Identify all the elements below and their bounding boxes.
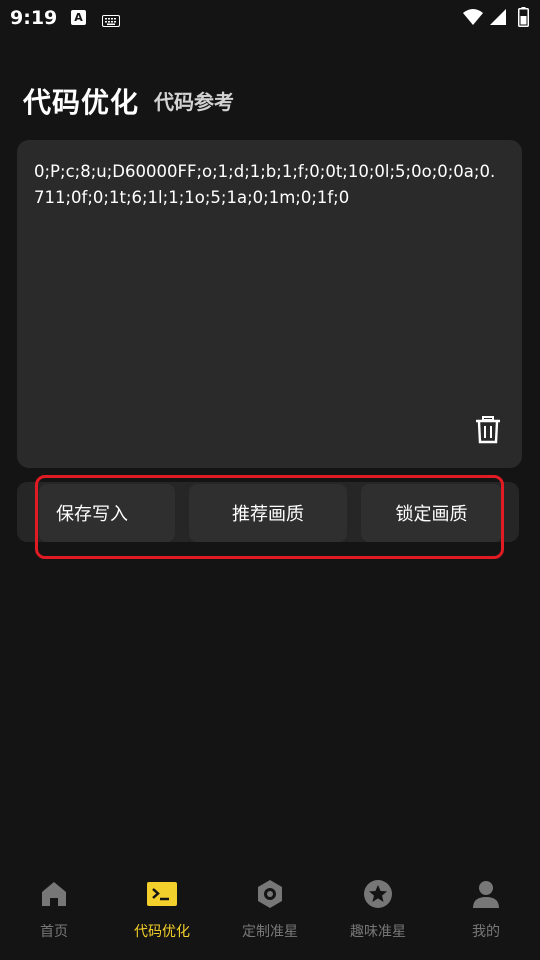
nav-item-home[interactable]: 首页 xyxy=(0,866,108,960)
nav-item-code-optimize[interactable]: 代码优化 xyxy=(108,866,216,960)
nav-label-fun-crosshair: 趣味准星 xyxy=(350,924,406,940)
nav-label-code-optimize: 代码优化 xyxy=(134,924,190,940)
nav-item-custom-crosshair[interactable]: 定制准星 xyxy=(216,866,324,960)
save-write-button[interactable]: 保存写入 xyxy=(39,484,175,542)
nav-label-home: 首页 xyxy=(40,924,68,940)
nav-item-fun-crosshair[interactable]: 趣味准星 xyxy=(324,866,432,960)
person-icon xyxy=(471,879,501,909)
code-editor[interactable]: 0;P;c;8;u;D60000FF;o;1;d;1;b;1;f;0;0t;10… xyxy=(17,140,522,468)
battery-icon xyxy=(518,7,529,31)
star-circle-icon xyxy=(363,879,393,909)
page-title: 代码优化 xyxy=(23,86,140,119)
wifi-icon xyxy=(463,8,483,30)
keyboard-icon xyxy=(102,12,120,31)
status-time: 9:19 xyxy=(10,7,58,29)
nav-label-profile: 我的 xyxy=(472,924,500,940)
trash-icon[interactable] xyxy=(475,416,501,448)
lock-quality-button[interactable]: 锁定画质 xyxy=(361,484,502,542)
nav-label-custom-crosshair: 定制准星 xyxy=(242,924,298,940)
code-text[interactable]: 0;P;c;8;u;D60000FF;o;1;d;1;b;1;f;0;0t;10… xyxy=(34,159,504,211)
hexagon-nut-icon xyxy=(255,879,285,909)
status-bar: 9:19 A xyxy=(0,0,540,36)
nav-item-profile[interactable]: 我的 xyxy=(432,866,540,960)
recommend-quality-button[interactable]: 推荐画质 xyxy=(189,484,347,542)
cell-signal-icon xyxy=(489,8,507,30)
code-reference-tab[interactable]: 代码参考 xyxy=(154,86,234,115)
bottom-navigation: 首页 代码优化 定制准星 趣味准星 我的 xyxy=(0,866,540,960)
screen: 9:19 A 代码优化 代码参考 0;P;c;8;u;D60000FF;o;1;… xyxy=(0,0,540,960)
terminal-icon xyxy=(147,879,177,909)
notification-a-icon: A xyxy=(71,10,86,25)
home-icon xyxy=(39,879,69,909)
